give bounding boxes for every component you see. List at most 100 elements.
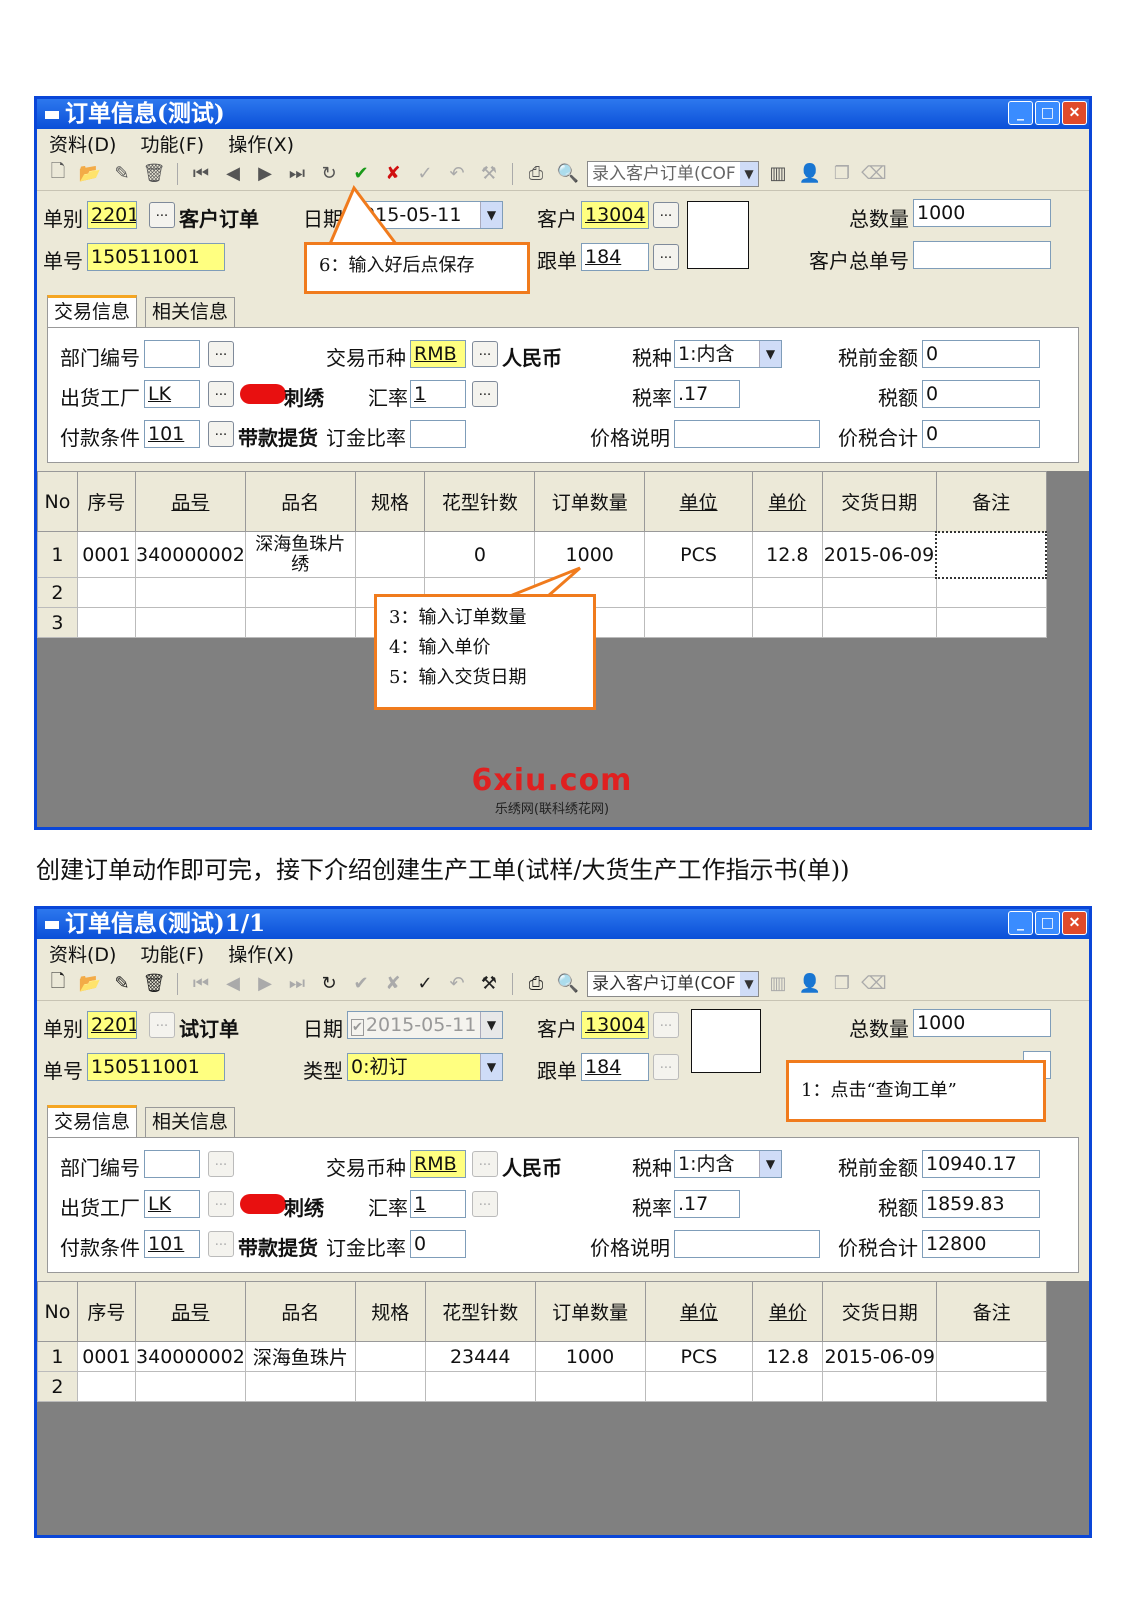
table-cell[interactable] (244, 1371, 356, 1402)
cancel-x-icon[interactable]: ✘ (380, 973, 406, 994)
prev-record-icon[interactable]: ◀ (220, 973, 246, 994)
open-icon[interactable]: 📂 (77, 973, 103, 994)
follow-lookup-button[interactable]: ... (653, 1054, 679, 1080)
table-cell[interactable]: 340000002 (134, 1341, 246, 1372)
payterm-label: 付款条件 (60, 1236, 140, 1260)
save-check-icon[interactable]: ✔ (348, 973, 374, 994)
col-header[interactable]: 规格 (354, 1281, 426, 1342)
preview-icon[interactable]: 🔍 (555, 973, 581, 994)
customer-field[interactable]: 13004 (581, 1011, 649, 1039)
barcode-icon[interactable]: ▥ (765, 973, 791, 994)
table-cell[interactable] (424, 1371, 536, 1402)
col-header[interactable]: 备注 (936, 1281, 1047, 1342)
tool-icon[interactable]: ⚒ (476, 973, 502, 994)
date-label: 日期 (303, 1017, 343, 1041)
factory-field[interactable]: LK (144, 1190, 200, 1218)
col-header[interactable]: 品号 (134, 1281, 246, 1342)
price-note-field[interactable] (674, 1230, 820, 1258)
total-field[interactable]: 12800 (922, 1230, 1040, 1258)
menu-function[interactable]: 功能(F) (140, 940, 204, 967)
col-header[interactable]: 序号 (76, 1281, 136, 1342)
kind-select[interactable]: 0:初订 ▼ (347, 1053, 503, 1081)
total-label: 价税合计 (838, 1236, 918, 1260)
dept-lookup-button[interactable]: ... (208, 1151, 234, 1177)
approve-icon[interactable]: ✓ (412, 973, 438, 994)
table-cell[interactable]: 2015-06-09 (822, 1341, 938, 1372)
customer-lookup-button[interactable]: ... (653, 1012, 679, 1038)
currency-lookup-button[interactable]: ... (472, 1151, 498, 1177)
table-cell[interactable]: 1000 (534, 1341, 646, 1372)
factory-lookup-button[interactable]: ... (208, 1191, 234, 1217)
table-cell[interactable] (822, 1371, 938, 1402)
taxrate-field[interactable]: .17 (674, 1190, 740, 1218)
col-header[interactable]: 单价 (752, 1281, 824, 1342)
table-cell[interactable] (354, 1341, 426, 1372)
table-cell[interactable] (936, 1341, 1047, 1372)
last-record-icon[interactable]: ⏭ (284, 973, 310, 994)
table-cell[interactable]: 深海鱼珠片 (244, 1341, 356, 1372)
tax-field[interactable]: 1859.83 (922, 1190, 1040, 1218)
payterm-lookup-button[interactable]: ... (208, 1231, 234, 1257)
taxtype-select[interactable]: 1:内含 ▼ (674, 1150, 782, 1178)
eraser-icon[interactable]: ⌫ (861, 973, 887, 994)
delete-icon[interactable]: 🗑 (141, 973, 167, 994)
print-icon[interactable]: ⎙ (523, 973, 549, 994)
col-header[interactable]: 单位 (644, 1281, 754, 1342)
col-header[interactable]: 交货日期 (822, 1281, 938, 1342)
menu-data[interactable]: 资料(D) (49, 940, 116, 967)
table-cell[interactable]: 0001 (76, 1341, 136, 1372)
table-cell[interactable]: 1 (37, 1341, 78, 1372)
order-no-field[interactable]: 150511001 (87, 1053, 225, 1081)
caption-text: 创建订单动作即可完，接下介绍创建生产工单(试样/大货生产工作指示书(单)) (36, 856, 850, 884)
refresh-icon[interactable]: ↻ (316, 973, 342, 994)
rate-field[interactable]: 1 (410, 1190, 466, 1218)
toolbar: 🗋 📂 ✎ 🗑 ⏮ ◀ ▶ ⏭ ↻ ✔ ✘ ✓ ↶ ⚒ ⎙ 🔍 录入客户订单(C… (37, 967, 1089, 1001)
table-cell[interactable]: 12.8 (752, 1341, 824, 1372)
table-cell[interactable]: 23444 (424, 1341, 536, 1372)
type-lookup-button[interactable]: ... (149, 1012, 175, 1038)
col-header[interactable]: 品名 (244, 1281, 356, 1342)
tab-trade-info[interactable]: 交易信息 (47, 1105, 138, 1137)
col-header[interactable]: 花型针数 (424, 1281, 536, 1342)
payterm-field[interactable]: 101 (144, 1230, 200, 1258)
currency-field[interactable]: RMB (410, 1150, 466, 1178)
rate-lookup-button[interactable]: ... (472, 1191, 498, 1217)
close-button[interactable]: ✕ (1062, 911, 1087, 935)
type-field[interactable]: 2201 (87, 1011, 137, 1039)
col-header[interactable]: No (37, 1281, 78, 1342)
table-row[interactable]: 2 (37, 1371, 1047, 1402)
currency-label: 交易币种 (326, 1156, 406, 1180)
menu-operation[interactable]: 操作(X) (228, 940, 294, 967)
table-row[interactable]: 1 0001 340000002 深海鱼珠片 23444 1000 PCS 12… (37, 1341, 1047, 1372)
table-cell[interactable] (534, 1371, 646, 1402)
deposit-field[interactable]: 0 (410, 1230, 466, 1258)
col-header[interactable]: 订单数量 (534, 1281, 646, 1342)
date-field[interactable]: ✔ 2015-05-11 ▼ (347, 1011, 503, 1039)
table-cell[interactable] (354, 1371, 426, 1402)
total-qty-field[interactable]: 1000 (913, 1009, 1051, 1037)
edit-icon[interactable]: ✎ (109, 973, 135, 994)
pretax-field[interactable]: 10940.17 (922, 1150, 1040, 1178)
first-record-icon[interactable]: ⏮ (188, 973, 214, 994)
table-cell[interactable] (644, 1371, 754, 1402)
factory-label: 出货工厂 (60, 1196, 140, 1220)
table-cell[interactable] (936, 1371, 1047, 1402)
table-cell[interactable] (752, 1371, 824, 1402)
dept-field[interactable] (144, 1150, 200, 1178)
unapprove-icon[interactable]: ↶ (444, 973, 470, 994)
table-cell[interactable] (134, 1371, 246, 1402)
type-name: 试订单 (179, 1017, 239, 1041)
new-icon[interactable]: 🗋 (45, 969, 71, 999)
query-work-order-icon[interactable]: 👤 (797, 973, 823, 994)
tab-related-info[interactable]: 相关信息 (145, 1107, 236, 1137)
maximize-button[interactable]: □ (1035, 911, 1060, 935)
table-cell[interactable]: 2 (37, 1371, 78, 1402)
copy-icon[interactable]: ❐ (829, 973, 855, 994)
next-record-icon[interactable]: ▶ (252, 973, 278, 994)
form-select[interactable]: 录入客户订单(COF ▼ (587, 970, 759, 997)
type-label: 单别 (43, 1017, 83, 1041)
table-cell[interactable]: PCS (644, 1341, 754, 1372)
follow-field[interactable]: 184 (581, 1053, 649, 1081)
table-cell[interactable] (76, 1371, 136, 1402)
minimize-button[interactable]: _ (1008, 911, 1033, 935)
